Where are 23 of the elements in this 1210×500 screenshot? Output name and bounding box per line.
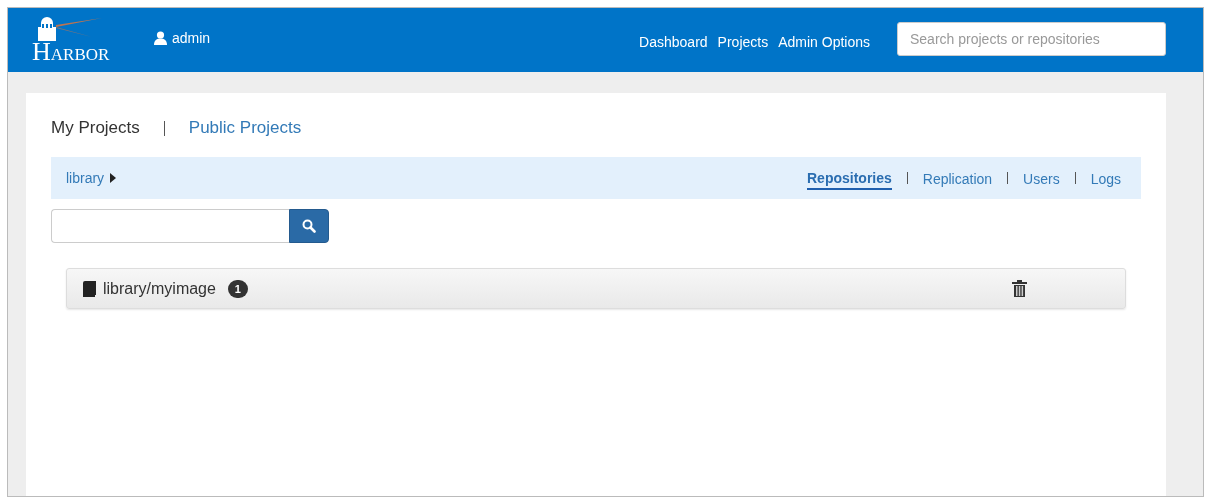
tag-count: 1 bbox=[227, 279, 248, 298]
search-button[interactable] bbox=[289, 209, 329, 243]
search-field[interactable]: Search projects or repositories bbox=[897, 22, 1166, 56]
repository-row[interactable]: library/myimage 1 bbox=[66, 268, 1126, 309]
logo-text: HARBOR bbox=[32, 40, 110, 66]
breadcrumb-link[interactable]: library bbox=[66, 170, 105, 186]
trash-icon[interactable] bbox=[1012, 280, 1027, 297]
username[interactable]: admin bbox=[172, 30, 211, 46]
nav-link[interactable]: Dashboard bbox=[639, 30, 708, 50]
project-tab[interactable]: Public Projects bbox=[188, 118, 302, 138]
book-icon bbox=[82, 280, 96, 297]
search-icon bbox=[302, 219, 316, 233]
repository-name[interactable]: library/myimage bbox=[103, 279, 216, 298]
section-tab[interactable]: Replication bbox=[922, 167, 993, 189]
user-icon bbox=[154, 31, 167, 45]
caret-icon bbox=[110, 173, 117, 183]
nav-link[interactable]: Admin Options bbox=[778, 30, 870, 50]
project-tab[interactable]: My Projects bbox=[51, 118, 140, 138]
nav-link[interactable]: Projects bbox=[717, 30, 769, 50]
section-tab[interactable]: Repositories bbox=[807, 166, 892, 190]
section-tab[interactable]: Users bbox=[1023, 167, 1060, 189]
section-tab[interactable]: Logs bbox=[1090, 167, 1121, 189]
filter-field[interactable] bbox=[51, 209, 289, 243]
